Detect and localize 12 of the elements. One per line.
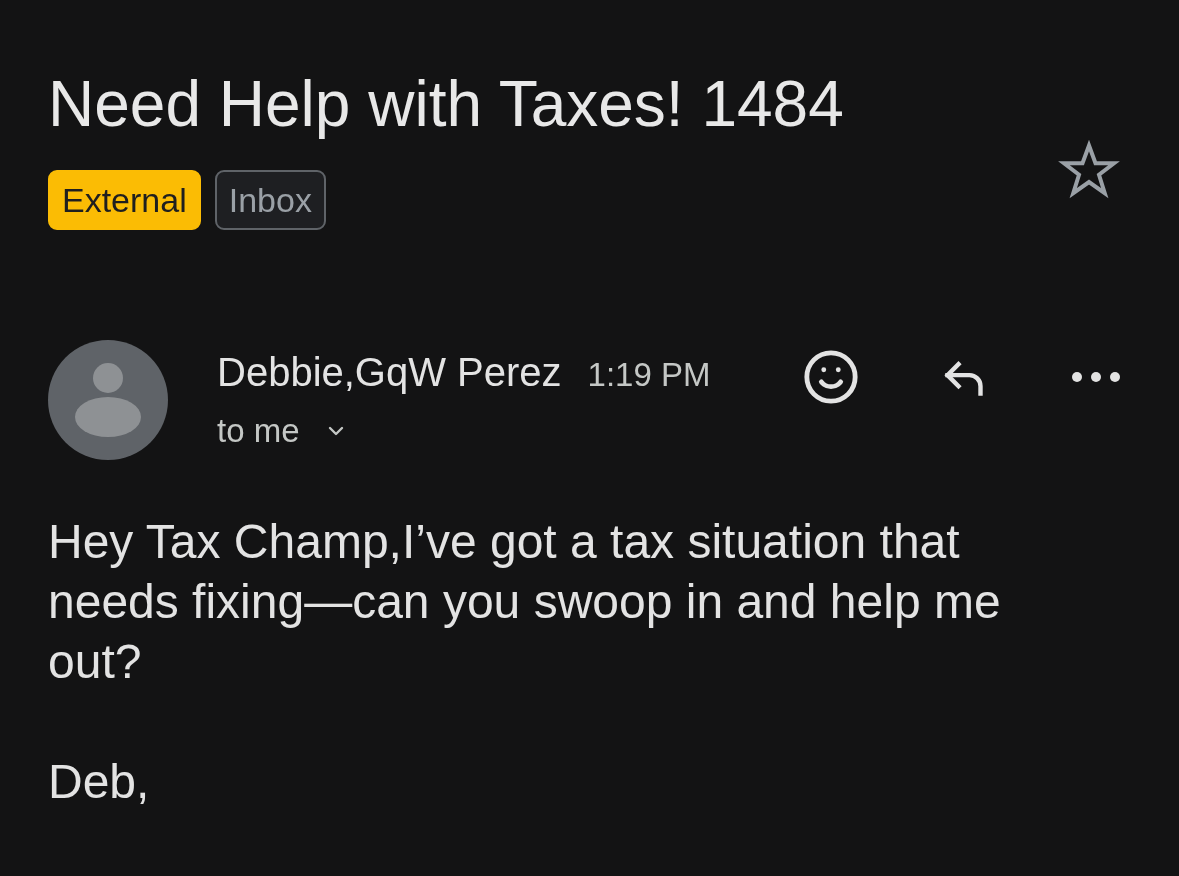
message-paragraph: Deb, [48, 754, 151, 810]
external-tag: External [48, 170, 201, 230]
more-options-icon[interactable] [1072, 372, 1120, 382]
avatar-icon [48, 340, 168, 460]
folder-tag: Inbox [214, 170, 326, 230]
star-icon[interactable] [1058, 140, 1120, 200]
recipients-toggle[interactable]: to me [217, 408, 348, 453]
sender-name: Debbie,GqW Perez [217, 348, 562, 396]
message-paragraph: Hey Tax Champ,I’ve got a tax situation that needs fixing—can you swoop in and help me out? [48, 514, 1002, 690]
message-time: 1:19 PM [587, 354, 711, 395]
email-subject: Need Help with Taxes! 1484 [48, 67, 844, 142]
emoji-reaction-icon[interactable] [802, 348, 860, 406]
